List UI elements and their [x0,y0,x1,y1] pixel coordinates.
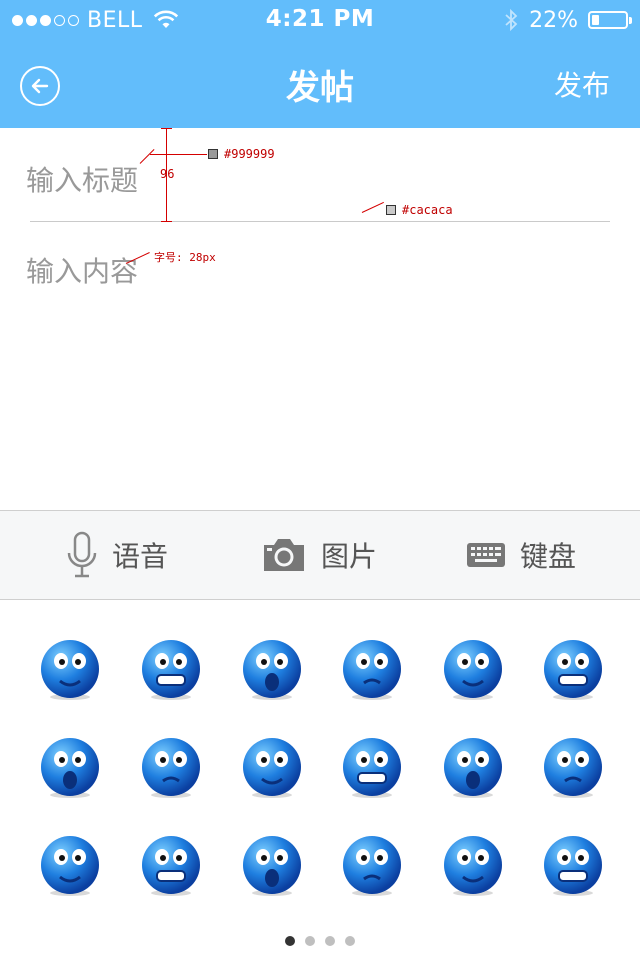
page-dot[interactable] [305,936,315,946]
cover-mouth-emoji[interactable] [139,735,203,799]
height-annotation-cap-bottom [161,221,172,222]
heart-hold-emoji[interactable] [240,637,304,701]
height-annotation-cap-top [161,128,172,129]
microphone-icon [67,531,97,578]
title-divider [30,221,610,222]
blush-sparkle-emoji[interactable] [38,735,102,799]
missing-tooth-emoji[interactable] [139,833,203,897]
bluetooth-icon [505,8,518,32]
page-dot[interactable] [325,936,335,946]
content-input[interactable] [26,250,614,500]
divider-color-swatch [386,205,396,215]
nav-bar: 发帖 发布 [0,40,640,128]
voice-label: 语音 [112,540,169,573]
teary-eyes-emoji[interactable] [240,735,304,799]
rose-emoji[interactable] [441,833,505,897]
pout-emoji[interactable] [441,735,505,799]
placeholder-color-annotation: #999999 [224,147,275,161]
page-dot[interactable] [285,936,295,946]
keyboard-label: 键盘 [520,540,577,573]
placeholder-color-swatch [208,149,218,159]
image-label: 图片 [321,540,378,573]
image-button[interactable]: 图片 [261,511,377,599]
header-bar: BELL 4:21 PM 22% 发帖 发布 [0,0,640,128]
font-size-annotation: 字号: 28px [154,251,216,264]
battery-percent: 22% [529,7,578,33]
fang-shout-emoji[interactable] [38,833,102,897]
sick-emoji[interactable] [541,637,605,701]
squint-blush-emoji[interactable] [541,833,605,897]
voice-button[interactable]: 语音 [66,511,168,599]
shocked-emoji[interactable] [441,637,505,701]
title-input[interactable] [26,150,606,210]
divider-color-annotation: #cacaca [402,203,453,217]
page-dot[interactable] [345,936,355,946]
emoji-page-indicator [0,936,640,946]
keyboard-icon [467,543,505,567]
yawn-emoji[interactable] [541,735,605,799]
wave-grin-emoji[interactable] [139,637,203,701]
sunglasses-emoji[interactable] [240,833,304,897]
scream-emoji[interactable] [340,637,404,701]
status-bar: BELL 4:21 PM 22% [0,0,640,40]
placeholder-color-leader [150,154,207,155]
publish-button[interactable]: 发布 [554,64,610,104]
camera-icon [264,539,304,571]
hand-face-emoji[interactable] [340,735,404,799]
battery-icon [588,11,632,29]
nervous-grin-emoji[interactable] [340,833,404,897]
keyboard-button[interactable]: 键盘 [466,511,576,599]
height-annotation-label: 96 [160,167,175,181]
shrug-emoji[interactable] [38,637,102,701]
page-title: 发帖 [286,68,354,108]
input-toolbar: 语音 图片 键盘 [0,510,640,600]
